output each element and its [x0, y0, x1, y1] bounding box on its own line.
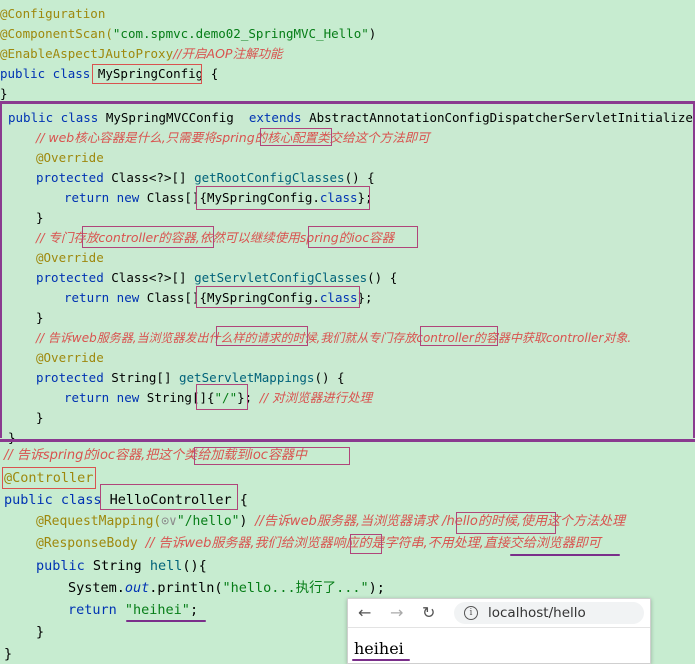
type-token: System.: [68, 580, 125, 596]
info-icon[interactable]: i: [464, 606, 478, 620]
keyword-token: return new: [64, 290, 147, 305]
code-line: protected Class<?>[] getServletConfigCla…: [36, 268, 397, 288]
punct-token: {: [203, 66, 219, 81]
annotation-token: @RequestMapping(: [36, 514, 162, 529]
code-line: @Configuration: [0, 6, 106, 21]
highlight-box: [420, 326, 498, 346]
highlight-box: [92, 64, 202, 84]
underline-mark: [126, 620, 206, 622]
middle-code-lines: public class MySpringMVCConfig extends A…: [0, 106, 695, 445]
annotation-token: @EnableAspectJAutoProxy: [0, 46, 174, 61]
code-line: public String hell(){: [36, 556, 207, 576]
method-token: getRootConfigClasses: [194, 170, 345, 185]
web-icon: ⊙∨: [161, 514, 177, 529]
highlight-box: [260, 128, 332, 146]
url-text: localhost/hello: [488, 605, 586, 621]
punct-token: ;: [189, 602, 199, 618]
method-token: getServletMappings: [179, 370, 315, 385]
keyword-token: public class: [4, 492, 110, 508]
browser-window: ← → ↻ i localhost/hello heihei: [347, 598, 651, 664]
method-token: getServletConfigClasses: [194, 270, 368, 285]
punct-token: ): [368, 26, 377, 41]
underline-mark: [510, 554, 620, 556]
highlight-box: [100, 484, 238, 510]
field-token: out: [124, 580, 150, 596]
keyword-token: protected: [36, 370, 112, 385]
highlight-box: [350, 534, 382, 554]
code-line: }: [36, 310, 44, 325]
method-token: .println(: [149, 580, 223, 596]
address-bar[interactable]: i localhost/hello: [454, 602, 644, 624]
separator: [0, 439, 695, 442]
comment-token: //开启AOP注解功能: [173, 46, 283, 61]
type-token: String[]: [111, 370, 179, 385]
code-line: return "heihei";: [68, 600, 198, 620]
code-line: }: [4, 646, 13, 662]
code-line: protected String[] getServletMappings() …: [36, 368, 345, 388]
string-token: "/hello": [176, 514, 240, 529]
class-name-token: AbstractAnnotationConfigDispatcherServle…: [309, 110, 695, 125]
comment-token: //告诉web服务器,当浏览器请求 /hello的时候,使用这个方法处理: [255, 514, 626, 529]
keyword-token: extends: [248, 110, 310, 125]
keyword-token: return new: [64, 390, 147, 405]
back-arrow-icon[interactable]: ←: [358, 603, 371, 622]
highlight-box: [308, 226, 418, 248]
keyword-token: public: [36, 558, 93, 574]
type-token: Class<?>[]: [111, 270, 195, 285]
punct-token: () {: [367, 270, 398, 285]
browser-toolbar: ← → ↻ i localhost/hello: [348, 599, 650, 628]
highlight-box: [456, 512, 556, 534]
code-line: @Override: [36, 250, 104, 265]
class-name-token: MySpringMVCConfig: [105, 110, 249, 125]
keyword-token: return: [68, 602, 125, 618]
code-line: }: [36, 624, 45, 640]
code-line: }: [36, 210, 44, 225]
highlight-box: [196, 384, 248, 410]
annotation-token: @ComponentScan(: [0, 26, 113, 41]
page-body-text: heihei: [354, 639, 404, 658]
code-line: public class MySpringMVCConfig extends A…: [8, 108, 695, 128]
punct-token: ): [239, 514, 256, 529]
code-line: @Override: [36, 350, 104, 365]
string-token: "com.spmvc.demo02_SpringMVC_Hello": [112, 26, 369, 41]
type-token: String: [92, 558, 150, 574]
highlight-box: [196, 186, 370, 210]
keyword-token: public class: [0, 66, 98, 81]
code-line: @ComponentScan("com.spmvc.demo02_SpringM…: [0, 24, 376, 44]
keyword-token: public class: [8, 110, 106, 125]
highlight-box: [194, 447, 350, 465]
highlight-box: [196, 286, 360, 308]
code-line: @ResponseBody // 告诉web服务器,我们给浏览器响应的是字符串,…: [36, 534, 601, 554]
highlight-box: [2, 467, 96, 489]
comment-line: // web核心容器是什么,只需要将spring的核心配置类交给这个方法即可: [36, 130, 430, 145]
keyword-token: return new: [64, 190, 147, 205]
punct-token: () {: [314, 370, 345, 385]
string-token: "heihei": [124, 602, 190, 618]
underline-mark: [352, 659, 410, 661]
annotation-token: @ResponseBody: [36, 536, 146, 551]
code-line: @EnableAspectJAutoProxy//开启AOP注解功能: [0, 44, 282, 64]
string-token: "hello...执行了...": [222, 580, 369, 596]
highlight-box: [216, 326, 308, 346]
highlight-box: [82, 226, 214, 248]
comment-token: // 对浏览器进行处理: [259, 390, 373, 405]
forward-arrow-icon[interactable]: →: [390, 603, 403, 622]
type-token: Class<?>[]: [111, 170, 195, 185]
code-line: @Override: [36, 150, 104, 165]
method-token: hell: [149, 558, 183, 574]
keyword-token: protected: [36, 270, 112, 285]
punct-token: () {: [344, 170, 375, 185]
reload-icon[interactable]: ↻: [422, 603, 435, 622]
punct-token: (){: [182, 558, 207, 574]
keyword-token: protected: [36, 170, 112, 185]
code-line: }: [36, 410, 44, 425]
top-code-panel: @Configuration @ComponentScan("com.spmvc…: [0, 0, 695, 102]
code-line: System.out.println("hello...执行了...");: [68, 578, 385, 598]
code-line: protected Class<?>[] getRootConfigClasse…: [36, 168, 375, 188]
comment-line: // 告诉web服务器,当浏览器发出什么样的请求的时候,我们就从专门存放cont…: [36, 331, 632, 345]
punct-token: );: [368, 580, 385, 596]
